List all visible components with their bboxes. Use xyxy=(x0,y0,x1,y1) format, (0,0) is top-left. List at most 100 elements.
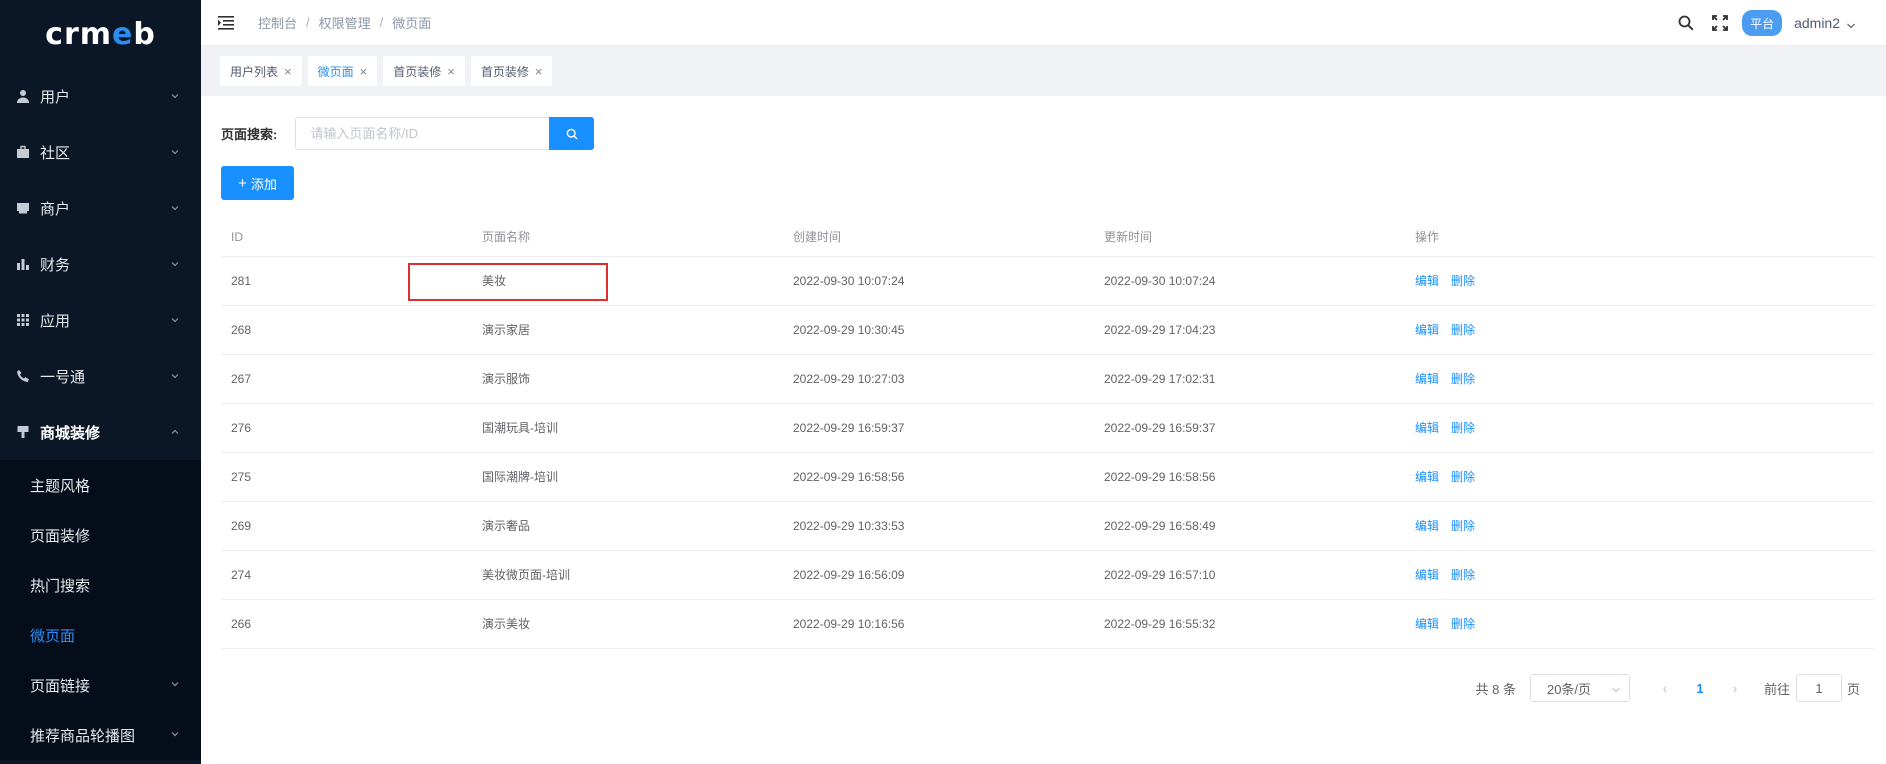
close-icon[interactable]: × xyxy=(284,65,292,78)
sidebar-subitem-hot-search[interactable]: 热门搜索 xyxy=(0,560,201,610)
cell-actions: 编辑 删除 xyxy=(1405,403,1874,452)
brush-icon xyxy=(16,425,30,439)
tab-micro-page[interactable]: 微页面 × xyxy=(307,56,378,86)
delete-link[interactable]: 删除 xyxy=(1451,372,1475,386)
cell-updated: 2022-09-29 16:57:10 xyxy=(1104,567,1216,582)
sidebar-item-apps[interactable]: 应用 xyxy=(0,292,201,348)
cell-id: 269 xyxy=(231,518,252,533)
tab-home-decoration[interactable]: 首页装修 × xyxy=(383,56,465,86)
logo: crmeb xyxy=(0,0,201,68)
user-menu[interactable]: admin2 xyxy=(1794,15,1856,31)
delete-link[interactable]: 删除 xyxy=(1451,519,1475,533)
close-icon[interactable]: × xyxy=(535,65,543,78)
page-number[interactable]: 1 xyxy=(1680,681,1720,696)
table-row: 269 演示奢品 2022-09-29 10:33:53 2022-09-29 16:… xyxy=(221,501,1874,550)
chevron-down-icon xyxy=(1846,18,1856,29)
search-icon[interactable] xyxy=(1678,15,1694,31)
delete-link[interactable]: 删除 xyxy=(1451,421,1475,435)
delete-link[interactable]: 删除 xyxy=(1451,470,1475,484)
chevron-up-icon xyxy=(169,426,181,438)
user-icon xyxy=(16,89,30,103)
tab-label: 用户列表 xyxy=(230,64,279,79)
sidebar-item-mall-decoration[interactable]: 商城装修 xyxy=(0,404,201,460)
search-button[interactable] xyxy=(549,117,595,150)
cell-name: 演示奢品 xyxy=(482,519,531,533)
sidebar-item-yihaotong[interactable]: 一号通 xyxy=(0,348,201,404)
goto-page: 前往 页 xyxy=(1764,674,1860,702)
cell-created: 2022-09-30 10:07:24 xyxy=(793,273,905,288)
edit-link[interactable]: 编辑 xyxy=(1415,323,1439,337)
table-row: 274 美妆微页面-培训 2022-09-29 16:56:09 2022-09-29… xyxy=(221,550,1874,599)
cell-name: 演示美妆 xyxy=(482,617,531,631)
fullscreen-icon[interactable] xyxy=(1712,15,1728,31)
breadcrumb-item[interactable]: 权限管理 xyxy=(319,13,371,32)
cell-id: 267 xyxy=(231,371,252,386)
tab-label: 首页装修 xyxy=(480,64,529,79)
close-icon[interactable]: × xyxy=(360,65,368,78)
column-header-actions: 操作 xyxy=(1405,218,1874,257)
sidebar-subitem-page-decoration[interactable]: 页面装修 xyxy=(0,510,201,560)
sidebar-subitem-label: 主题风格 xyxy=(30,477,91,495)
menu-collapse-icon[interactable] xyxy=(218,15,234,30)
total-count: 共 8 条 xyxy=(1475,681,1516,697)
sidebar-item-label: 商户 xyxy=(40,200,71,218)
sidebar-subitem-micro-page[interactable]: 微页面 xyxy=(0,610,201,660)
delete-link[interactable]: 删除 xyxy=(1451,323,1475,337)
submenu-mall-decoration: 主题风格 页面装修 热门搜索 微页面 页面链接 推荐商品轮播图 xyxy=(0,460,201,760)
edit-link[interactable]: 编辑 xyxy=(1415,421,1439,435)
header: 控制台 / 权限管理 / 微页面 平台 admin2 xyxy=(201,0,1886,46)
edit-link[interactable]: 编辑 xyxy=(1415,519,1439,533)
name-cell-wrapper: 演示奢品 xyxy=(472,501,783,550)
sidebar-subitem-label: 页面链接 xyxy=(30,677,91,695)
goto-suffix: 页 xyxy=(1846,681,1860,697)
cell-created: 2022-09-29 16:59:37 xyxy=(793,420,905,435)
edit-link[interactable]: 编辑 xyxy=(1415,617,1439,631)
tab-user-list[interactable]: 用户列表 × xyxy=(220,56,302,86)
bar-chart-icon xyxy=(16,257,30,271)
search-input[interactable] xyxy=(295,117,550,150)
cell-name: 演示家居 xyxy=(482,323,531,337)
cell-actions: 编辑 删除 xyxy=(1405,452,1874,501)
prev-page-button[interactable]: ‹ xyxy=(1650,680,1680,696)
cell-id: 268 xyxy=(231,322,252,337)
pagination: 共 8 条 20条/页 ‹ 1 › 前往 页 xyxy=(1475,674,1860,702)
edit-link[interactable]: 编辑 xyxy=(1415,470,1439,484)
tab-home-decoration-2[interactable]: 首页装修 × xyxy=(470,56,553,86)
delete-link[interactable]: 删除 xyxy=(1451,617,1475,631)
sidebar-subitem-theme[interactable]: 主题风格 xyxy=(0,460,201,510)
page-size-select[interactable]: 20条/页 xyxy=(1529,674,1630,702)
sidebar-subitem-page-links[interactable]: 页面链接 xyxy=(0,660,201,710)
edit-link[interactable]: 编辑 xyxy=(1415,274,1439,288)
table-row: 275 国际潮牌-培训 2022-09-29 16:58:56 2022-09-29 … xyxy=(221,452,1874,501)
next-page-button[interactable]: › xyxy=(1720,680,1750,696)
name-cell-wrapper: 演示家居 xyxy=(472,305,783,354)
sidebar-item-label: 用户 xyxy=(40,88,71,106)
goto-page-input[interactable] xyxy=(1795,674,1842,702)
chevron-down-icon xyxy=(1611,683,1621,693)
breadcrumb-item[interactable]: 控制台 xyxy=(258,13,297,32)
sidebar-item-label: 应用 xyxy=(40,312,71,330)
sidebar-item-user[interactable]: 用户 xyxy=(0,68,201,124)
edit-link[interactable]: 编辑 xyxy=(1415,372,1439,386)
sidebar-item-label: 社区 xyxy=(40,144,71,162)
cell-updated: 2022-09-29 16:55:32 xyxy=(1104,616,1216,631)
sidebar-subitem-carousel[interactable]: 推荐商品轮播图 xyxy=(0,710,201,760)
briefcase-icon xyxy=(16,145,30,159)
cell-updated: 2022-09-29 16:59:37 xyxy=(1104,420,1216,435)
chevron-down-icon xyxy=(169,90,181,102)
table-row: 281 美妆 2022-09-30 10:07:24 2022-09-30 10:07… xyxy=(221,256,1874,305)
cell-created: 2022-09-29 10:30:45 xyxy=(793,322,905,337)
sidebar-item-merchant[interactable]: 商户 xyxy=(0,180,201,236)
cell-id: 275 xyxy=(231,469,252,484)
sidebar-item-community[interactable]: 社区 xyxy=(0,124,201,180)
delete-link[interactable]: 删除 xyxy=(1451,274,1475,288)
chevron-down-icon xyxy=(169,370,181,382)
add-button[interactable]: + 添加 xyxy=(221,166,294,200)
delete-link[interactable]: 删除 xyxy=(1451,568,1475,582)
sidebar-item-finance[interactable]: 财务 xyxy=(0,236,201,292)
close-icon[interactable]: × xyxy=(447,65,455,78)
edit-link[interactable]: 编辑 xyxy=(1415,568,1439,582)
cell-created: 2022-09-29 10:16:56 xyxy=(793,616,905,631)
sidebar-item-label: 一号通 xyxy=(40,368,86,386)
table-row: 276 国潮玩具-培训 2022-09-29 16:59:37 2022-09-29 … xyxy=(221,403,1874,452)
